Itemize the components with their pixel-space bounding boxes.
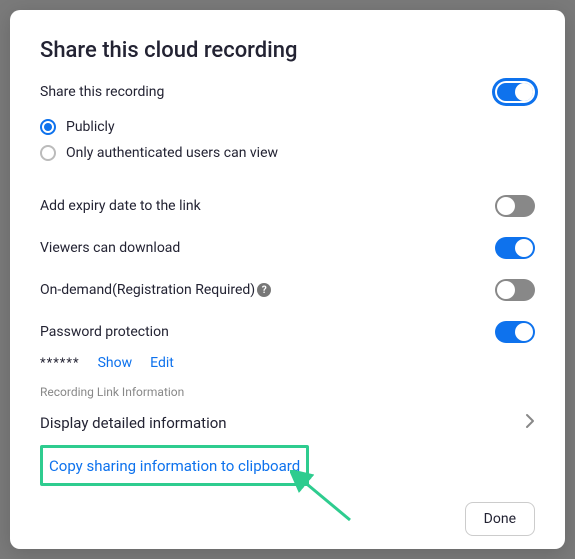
radio-publicly[interactable]: Publicly	[40, 119, 535, 135]
password-row: Password protection	[40, 311, 535, 353]
copy-sharing-info-button[interactable]: Copy sharing information to clipboard	[49, 457, 300, 475]
ondemand-label: On-demand(Registration Required) ?	[40, 282, 271, 298]
expiry-row: Add expiry date to the link	[40, 185, 535, 227]
chevron-right-icon	[525, 413, 535, 433]
ondemand-toggle[interactable]	[495, 279, 535, 301]
password-mask: ******	[40, 356, 80, 371]
radio-authenticated-only[interactable]: Only authenticated users can view	[40, 145, 535, 161]
expiry-label: Add expiry date to the link	[40, 198, 201, 214]
radio-auth-only-label: Only authenticated users can view	[66, 145, 278, 161]
recording-link-info-label: Recording Link Information	[40, 385, 535, 399]
password-toggle[interactable]	[495, 321, 535, 343]
download-label: Viewers can download	[40, 240, 180, 256]
password-controls: ****** Show Edit	[40, 355, 535, 371]
radio-icon	[40, 119, 56, 135]
radio-icon	[40, 145, 56, 161]
annotation-highlight: Copy sharing information to clipboard	[40, 445, 309, 486]
expiry-toggle[interactable]	[495, 195, 535, 217]
download-row: Viewers can download	[40, 227, 535, 269]
download-toggle[interactable]	[495, 237, 535, 259]
ondemand-row: On-demand(Registration Required) ?	[40, 269, 535, 311]
share-recording-toggle[interactable]	[495, 81, 535, 103]
share-recording-modal: Share this cloud recording Share this re…	[10, 10, 565, 549]
help-icon[interactable]: ?	[257, 283, 271, 297]
copy-link-container: Copy sharing information to clipboard	[40, 443, 535, 486]
display-detailed-info-label: Display detailed information	[40, 414, 227, 432]
modal-title: Share this cloud recording	[40, 38, 535, 63]
share-scope-radio-group: Publicly Only authenticated users can vi…	[40, 119, 535, 171]
show-password-button[interactable]: Show	[98, 355, 133, 371]
done-button[interactable]: Done	[465, 502, 535, 536]
edit-password-button[interactable]: Edit	[150, 355, 174, 371]
modal-footer: Done	[40, 486, 535, 536]
share-this-recording-row: Share this recording	[40, 81, 535, 103]
password-protection-label: Password protection	[40, 324, 169, 340]
display-detailed-info-row[interactable]: Display detailed information	[40, 407, 535, 443]
share-this-recording-label: Share this recording	[40, 84, 164, 100]
radio-publicly-label: Publicly	[66, 119, 115, 135]
ondemand-text: On-demand(Registration Required)	[40, 282, 255, 298]
